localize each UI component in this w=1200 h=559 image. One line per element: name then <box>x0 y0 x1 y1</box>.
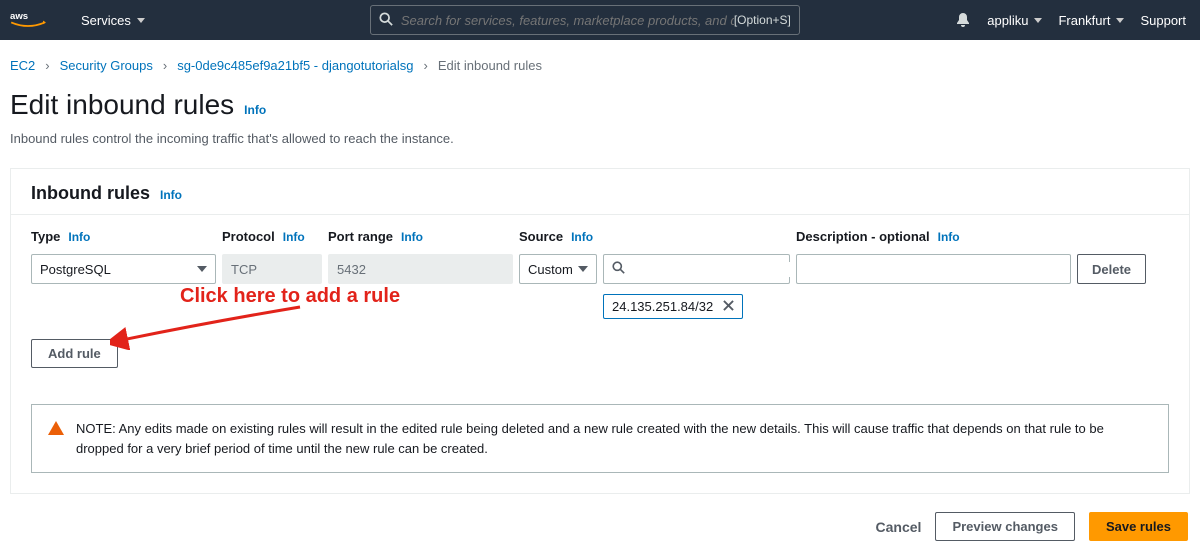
preview-changes-button[interactable]: Preview changes <box>935 512 1075 541</box>
col-source-label: Source <box>519 229 563 244</box>
add-rule-button[interactable]: Add rule <box>31 339 118 368</box>
nav-right: appliku Frankfurt Support <box>947 12 1200 28</box>
region-menu[interactable]: Frankfurt <box>1050 13 1132 28</box>
chevron-down-icon <box>1034 18 1042 23</box>
inbound-rules-panel: Inbound rules Info Type Info Protocol In… <box>10 168 1190 494</box>
chevron-right-icon: › <box>424 58 428 73</box>
svg-text:aws: aws <box>10 11 28 22</box>
col-port: Port range Info <box>328 229 513 244</box>
page-description: Inbound rules control the incoming traff… <box>0 125 1200 162</box>
description-input[interactable] <box>796 254 1071 284</box>
warning-icon <box>48 421 64 435</box>
chevron-down-icon <box>137 18 145 23</box>
chevron-right-icon: › <box>163 58 167 73</box>
top-nav: aws Services [Option+S] appliku Frankfur… <box>0 0 1200 40</box>
col-source: Source Info <box>519 229 790 244</box>
breadcrumb-sg-id[interactable]: sg-0de9c485ef9a21bf5 - djangotutorialsg <box>177 58 413 73</box>
breadcrumb: EC2 › Security Groups › sg-0de9c485ef9a2… <box>0 40 1200 83</box>
notifications-button[interactable] <box>947 12 979 28</box>
col-description-info[interactable]: Info <box>938 230 960 244</box>
source-mode-value: Custom <box>528 262 573 277</box>
global-search[interactable]: [Option+S] <box>370 5 800 35</box>
port-range-field: 5432 <box>328 254 513 284</box>
region-label: Frankfurt <box>1058 13 1110 28</box>
type-value: PostgreSQL <box>40 262 111 277</box>
col-description: Description - optional Info <box>796 229 1071 244</box>
chevron-right-icon: › <box>45 58 49 73</box>
col-type-info[interactable]: Info <box>68 230 90 244</box>
aws-logo[interactable]: aws <box>10 9 46 31</box>
add-rule-wrap: Add rule <box>11 323 1189 384</box>
col-protocol: Protocol Info <box>222 229 322 244</box>
account-menu[interactable]: appliku <box>979 13 1050 28</box>
source-column: 24.135.251.84/32 <box>603 254 790 319</box>
panel-header: Inbound rules Info <box>11 169 1189 214</box>
source-cidr-chip: 24.135.251.84/32 <box>603 294 743 319</box>
search-input[interactable] <box>401 13 734 28</box>
column-headers: Type Info Protocol Info Port range Info … <box>31 229 1169 254</box>
col-type: Type Info <box>31 229 216 244</box>
delete-rule-button[interactable]: Delete <box>1077 254 1146 284</box>
source-search-input[interactable] <box>631 262 807 277</box>
services-label: Services <box>81 13 131 28</box>
col-port-info[interactable]: Info <box>401 230 423 244</box>
rules-body: Type Info Protocol Info Port range Info … <box>11 214 1189 323</box>
col-type-label: Type <box>31 229 60 244</box>
account-label: appliku <box>987 13 1028 28</box>
page-title: Edit inbound rules <box>10 89 234 121</box>
source-search[interactable] <box>603 254 790 284</box>
breadcrumb-ec2[interactable]: EC2 <box>10 58 35 73</box>
chevron-down-icon <box>578 266 588 272</box>
cancel-button[interactable]: Cancel <box>876 519 922 535</box>
note-text: NOTE: Any edits made on existing rules w… <box>76 419 1152 458</box>
support-menu[interactable]: Support <box>1132 13 1194 28</box>
col-source-info[interactable]: Info <box>571 230 593 244</box>
footer-actions: Cancel Preview changes Save rules <box>0 494 1200 559</box>
type-select[interactable]: PostgreSQL <box>31 254 216 284</box>
col-protocol-label: Protocol <box>222 229 275 244</box>
rule-row: PostgreSQL TCP 5432 Custom 24.135.251.84… <box>31 254 1169 319</box>
col-protocol-info[interactable]: Info <box>283 230 305 244</box>
col-description-label: Description - optional <box>796 229 930 244</box>
page-title-info-link[interactable]: Info <box>244 103 266 117</box>
cidr-value: 24.135.251.84/32 <box>612 299 713 314</box>
col-port-label: Port range <box>328 229 393 244</box>
panel-title: Inbound rules <box>31 183 150 204</box>
chevron-down-icon <box>1116 18 1124 23</box>
source-mode-select[interactable]: Custom <box>519 254 597 284</box>
support-label: Support <box>1140 13 1186 28</box>
services-menu[interactable]: Services <box>71 13 155 28</box>
chevron-down-icon <box>197 266 207 272</box>
close-icon <box>723 300 734 311</box>
page-header: Edit inbound rules Info <box>0 83 1200 125</box>
search-icon <box>379 12 393 29</box>
note-box: NOTE: Any edits made on existing rules w… <box>31 404 1169 473</box>
search-icon <box>612 261 625 277</box>
breadcrumb-current: Edit inbound rules <box>438 58 542 73</box>
breadcrumb-security-groups[interactable]: Security Groups <box>60 58 153 73</box>
save-rules-button[interactable]: Save rules <box>1089 512 1188 541</box>
remove-cidr-button[interactable] <box>723 299 734 314</box>
bell-icon <box>955 12 971 28</box>
protocol-field: TCP <box>222 254 322 284</box>
panel-info-link[interactable]: Info <box>160 188 182 202</box>
search-shortcut: [Option+S] <box>734 13 791 27</box>
